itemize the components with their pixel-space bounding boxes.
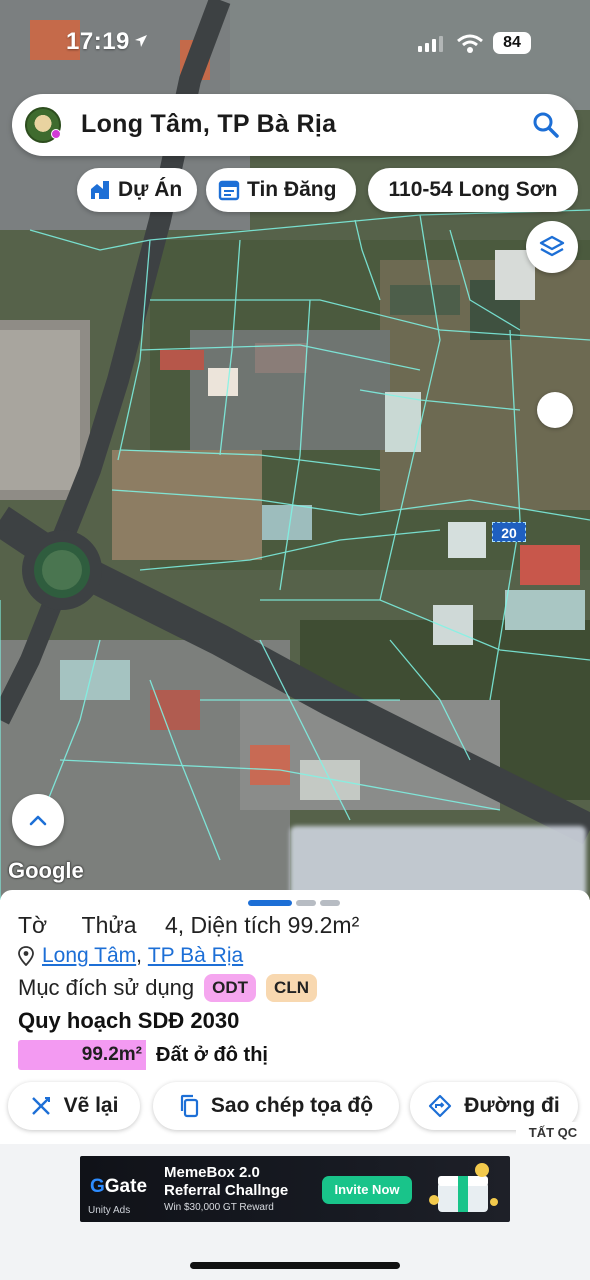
pager-dot[interactable] [296,900,316,906]
land-use-label: Mục đích sử dụng [18,975,195,1000]
chip-address[interactable]: 110-54 Long Sơn [368,168,578,212]
planning-legend: 99.2m² Đất ở đô thị [18,1040,268,1070]
search-icon[interactable] [532,111,560,139]
planning-title: Quy hoạch SDĐ 2030 [18,1008,240,1033]
battery-indicator: 84 [493,32,531,54]
satellite-map[interactable]: 17:19 84 Long Tâm, TP Bà Rịa Dự Án Tin Đ… [0,0,590,900]
map-handle-button[interactable] [537,392,573,428]
search-bar[interactable]: Long Tâm, TP Bà Rịa [12,94,578,156]
ad-headline-2: Referral Challnge [164,1182,289,1199]
planning-area-bar: 99.2m² [18,1040,146,1070]
app-logo[interactable] [25,107,61,143]
cellular-signal-icon [418,36,443,52]
sheet-label: Tờ [18,912,48,938]
chip-address-label: 110-54 Long Sơn [388,178,558,201]
parcel-location: Long Tâm , TP Bà Rịa [18,944,243,968]
ad-subline: Win $30,000 GT Reward [164,1202,274,1213]
ad-area: GGate Unity Ads MemeBox 2.0 Referral Cha… [0,1144,590,1280]
ad-banner[interactable]: GGate Unity Ads MemeBox 2.0 Referral Cha… [80,1156,510,1222]
land-use-tag-cln[interactable]: CLN [266,974,317,1002]
land-use-row: Mục đích sử dụng ODT CLN [18,974,317,1002]
location-separator: , [136,944,148,967]
sheet-pager[interactable] [248,900,340,906]
hide-ads-button[interactable]: TẤT QC [516,1122,590,1144]
ad-giftbox-illustration [429,1163,498,1212]
redraw-label: Vẽ lại [63,1094,119,1117]
copy-icon [180,1094,199,1118]
ad-cta-button[interactable]: Invite Now [322,1176,412,1204]
pager-dot-active[interactable] [248,900,292,906]
location-arrow-icon [135,35,147,47]
parcel-summary: Tờ Thửa 4, Diện tích 99.2m² [18,912,359,939]
home-indicator [190,1262,400,1269]
ad-headline-1: MemeBox 2.0 [164,1164,260,1181]
parcel-number-label[interactable]: 20 [492,522,526,542]
land-use-tag-odt[interactable]: ODT [204,974,257,1002]
planning-type-label: Đất ở đô thị [156,1043,268,1066]
directions-icon [429,1094,452,1118]
building-icon [91,181,109,199]
calendar-icon [218,180,240,201]
copy-coordinates-button[interactable]: Sao chép tọa độ [153,1082,399,1130]
parcel-info-sheet[interactable]: Tờ Thửa 4, Diện tích 99.2m² Long Tâm , T… [0,890,590,1145]
layers-icon [539,235,565,257]
ward-link[interactable]: Long Tâm [42,944,136,968]
ad-brand-name: Gate [104,1176,148,1197]
map-attribution: Google [8,858,84,883]
status-bar: 17:19 84 [0,28,590,62]
search-title[interactable]: Long Tâm, TP Bà Rịa [81,110,336,139]
action-bar: Vẽ lại Sao chép tọa độ Đường đi [0,1082,590,1130]
wifi-icon [457,34,483,53]
pager-dot[interactable] [320,900,340,906]
redraw-button[interactable]: Vẽ lại [8,1082,140,1130]
directions-label: Đường đi [464,1094,560,1117]
copy-coordinates-label: Sao chép tọa độ [210,1094,374,1117]
chip-listings-label: Tin Đăng [247,178,337,201]
chevron-up-icon [29,815,47,826]
parcel-area: , Diện tích 99.2m² [177,912,360,938]
city-link[interactable]: TP Bà Rịa [148,944,243,968]
expand-up-button[interactable] [12,794,64,846]
chip-projects[interactable]: Dự Án [77,168,197,212]
blurred-region [290,826,586,898]
status-time: 17:19 [66,28,130,55]
layers-button[interactable] [526,221,578,273]
parcel-number-partial: 4 [164,912,178,938]
chip-projects-label: Dự Án [118,178,183,201]
map-pin-icon [18,946,34,966]
ruler-pencil-icon [31,1097,50,1115]
ad-brand: GGate [90,1176,148,1197]
chip-listings[interactable]: Tin Đăng [206,168,356,212]
parcel-label: Thửa [81,912,137,938]
ad-network: Unity Ads [88,1205,131,1216]
